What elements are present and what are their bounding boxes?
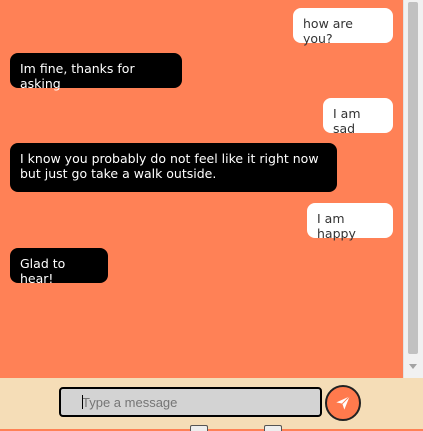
text-caret	[82, 395, 83, 409]
scroll-down-arrow-icon[interactable]	[409, 364, 417, 369]
scrollbar-thumb[interactable]	[408, 2, 418, 354]
paper-plane-icon	[336, 395, 351, 410]
send-button[interactable]	[325, 385, 361, 421]
user-message: I am happy	[307, 203, 393, 241]
partial-control	[264, 425, 282, 431]
partial-control	[190, 425, 208, 431]
bot-message: Im fine, thanks for asking	[10, 53, 182, 91]
message-input[interactable]	[59, 387, 322, 417]
user-message: I am sad	[323, 98, 393, 136]
user-message: how are you?	[293, 8, 393, 46]
chat-scrollbar[interactable]	[403, 0, 423, 378]
bot-message: Glad to hear!	[10, 248, 108, 286]
bot-message: I know you probably do not feel like it …	[10, 143, 337, 192]
message-composer	[0, 378, 423, 431]
chat-messages-area: how are you? Im fine, thanks for asking …	[0, 0, 403, 378]
